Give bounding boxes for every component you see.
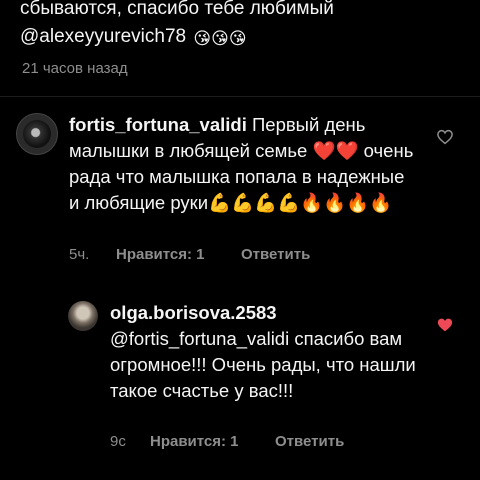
comment-body: fortis_fortuna_validi Первый день малышк… (69, 112, 414, 216)
likes-count[interactable]: Нравится: 1 (116, 246, 205, 263)
comment-username[interactable]: olga.borisova.2583 (110, 302, 277, 323)
top-comment-time: 21 часов назад (22, 60, 128, 77)
comment-time: 5ч. (69, 246, 90, 263)
heart-filled-icon[interactable] (436, 316, 454, 334)
comment-time: 9с (110, 433, 126, 450)
likes-count[interactable]: Нравится: 1 (150, 433, 239, 450)
reply-button[interactable]: Ответить (241, 246, 310, 263)
top-comment-line1: сбываются, спасибо тебе любимый (20, 0, 334, 19)
kiss-emoji-icon: 😘😘😘 (193, 29, 247, 48)
comment-username[interactable]: fortis_fortuna_validi (69, 114, 247, 135)
comment-text: @fortis_fortuna_validi спасибо вам огром… (110, 328, 416, 401)
comment-body: olga.borisova.2583 @fortis_fortuna_valid… (110, 300, 420, 404)
avatar[interactable] (16, 113, 58, 155)
mention-link[interactable]: @alexeyyurevich78 (20, 26, 186, 47)
avatar[interactable] (68, 301, 98, 331)
divider (0, 96, 480, 97)
heart-outline-icon[interactable] (436, 128, 454, 146)
reply-button[interactable]: Ответить (275, 433, 344, 450)
